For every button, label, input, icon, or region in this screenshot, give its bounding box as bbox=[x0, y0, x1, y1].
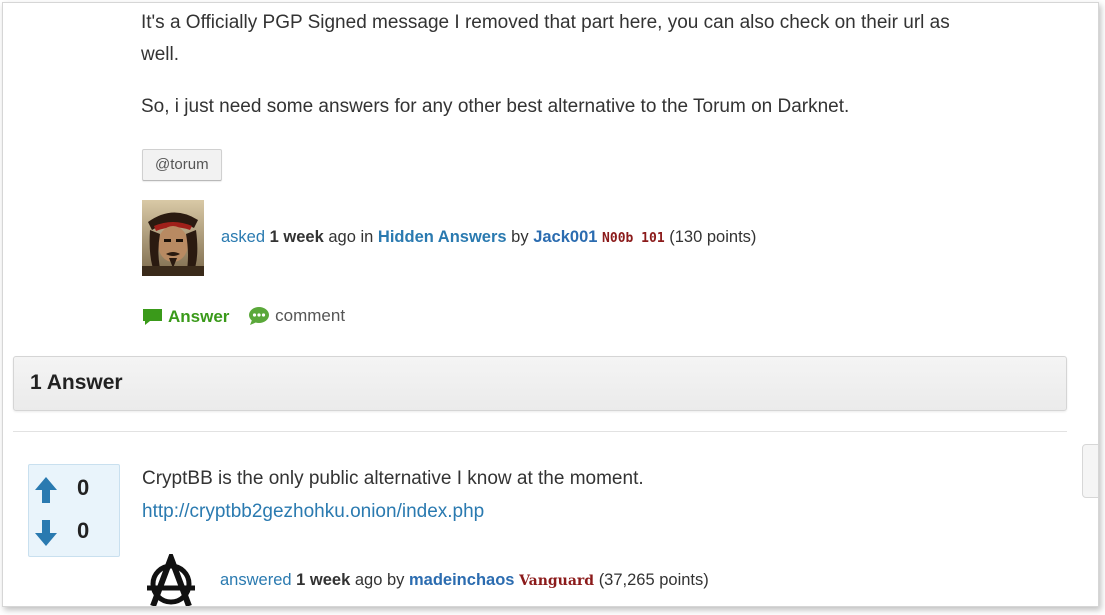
answer-button[interactable]: Answer bbox=[142, 307, 229, 327]
asker-avatar[interactable] bbox=[142, 200, 204, 276]
asked-by: by bbox=[511, 228, 529, 246]
vote-down-count: 0 bbox=[77, 518, 90, 543]
answerer-level-badge: Vanguard bbox=[519, 573, 595, 589]
comment-button-label: comment bbox=[275, 306, 346, 325]
vote-down-arrow-icon[interactable] bbox=[34, 518, 58, 548]
answerer-username[interactable]: madeinchaos bbox=[409, 571, 514, 589]
answerer-avatar[interactable] bbox=[143, 549, 199, 606]
pirate-avatar-image bbox=[142, 200, 204, 276]
speech-bubble-icon bbox=[143, 309, 162, 325]
asked-when: 1 week bbox=[269, 228, 324, 246]
page-frame: It's a Officially PGP Signed message I r… bbox=[2, 2, 1099, 607]
answered-ago: ago by bbox=[354, 571, 405, 589]
question-body-line-2: well. bbox=[141, 44, 180, 65]
tag-torum[interactable]: @torum bbox=[142, 149, 222, 181]
vote-up-count: 0 bbox=[77, 475, 90, 500]
asker-username[interactable]: Jack001 bbox=[533, 228, 597, 246]
vote-box: 0 0 bbox=[28, 464, 120, 557]
divider bbox=[13, 431, 1067, 432]
comment-bubble-icon bbox=[249, 307, 270, 325]
asked-ago: ago in bbox=[328, 228, 374, 246]
comment-button[interactable]: comment bbox=[248, 306, 345, 326]
vote-up-arrow-icon[interactable] bbox=[34, 475, 58, 505]
answerer-points: (37,265 points) bbox=[598, 571, 709, 589]
answered-link[interactable]: answered bbox=[220, 571, 292, 589]
asker-points: (130 points) bbox=[669, 228, 757, 246]
answered-when: 1 week bbox=[296, 571, 351, 589]
side-scroll-tab[interactable] bbox=[1082, 444, 1098, 498]
answer-meta: answered 1 week ago by madeinchaos Vangu… bbox=[220, 571, 709, 590]
question-body-line-1: It's a Officially PGP Signed message I r… bbox=[141, 12, 950, 33]
answers-header: 1 Answer bbox=[13, 356, 1067, 411]
answer-body: CryptBB is the only public alternative I… bbox=[142, 468, 644, 489]
answer-link[interactable]: http://cryptbb2gezhohku.onion/index.php bbox=[142, 496, 484, 528]
question-meta: asked 1 week ago in Hidden Answers by Ja… bbox=[221, 228, 756, 247]
asker-level-badge: N00b 101 bbox=[602, 231, 665, 246]
answers-count-title: 1 Answer bbox=[30, 371, 123, 394]
category-link[interactable]: Hidden Answers bbox=[378, 228, 507, 246]
answer-button-label: Answer bbox=[168, 307, 230, 326]
anarchy-avatar-icon bbox=[147, 549, 195, 606]
question-actions: Answer comment bbox=[142, 306, 359, 332]
question-body-paragraph: So, i just need some answers for any oth… bbox=[141, 96, 850, 117]
asked-link[interactable]: asked bbox=[221, 228, 265, 246]
